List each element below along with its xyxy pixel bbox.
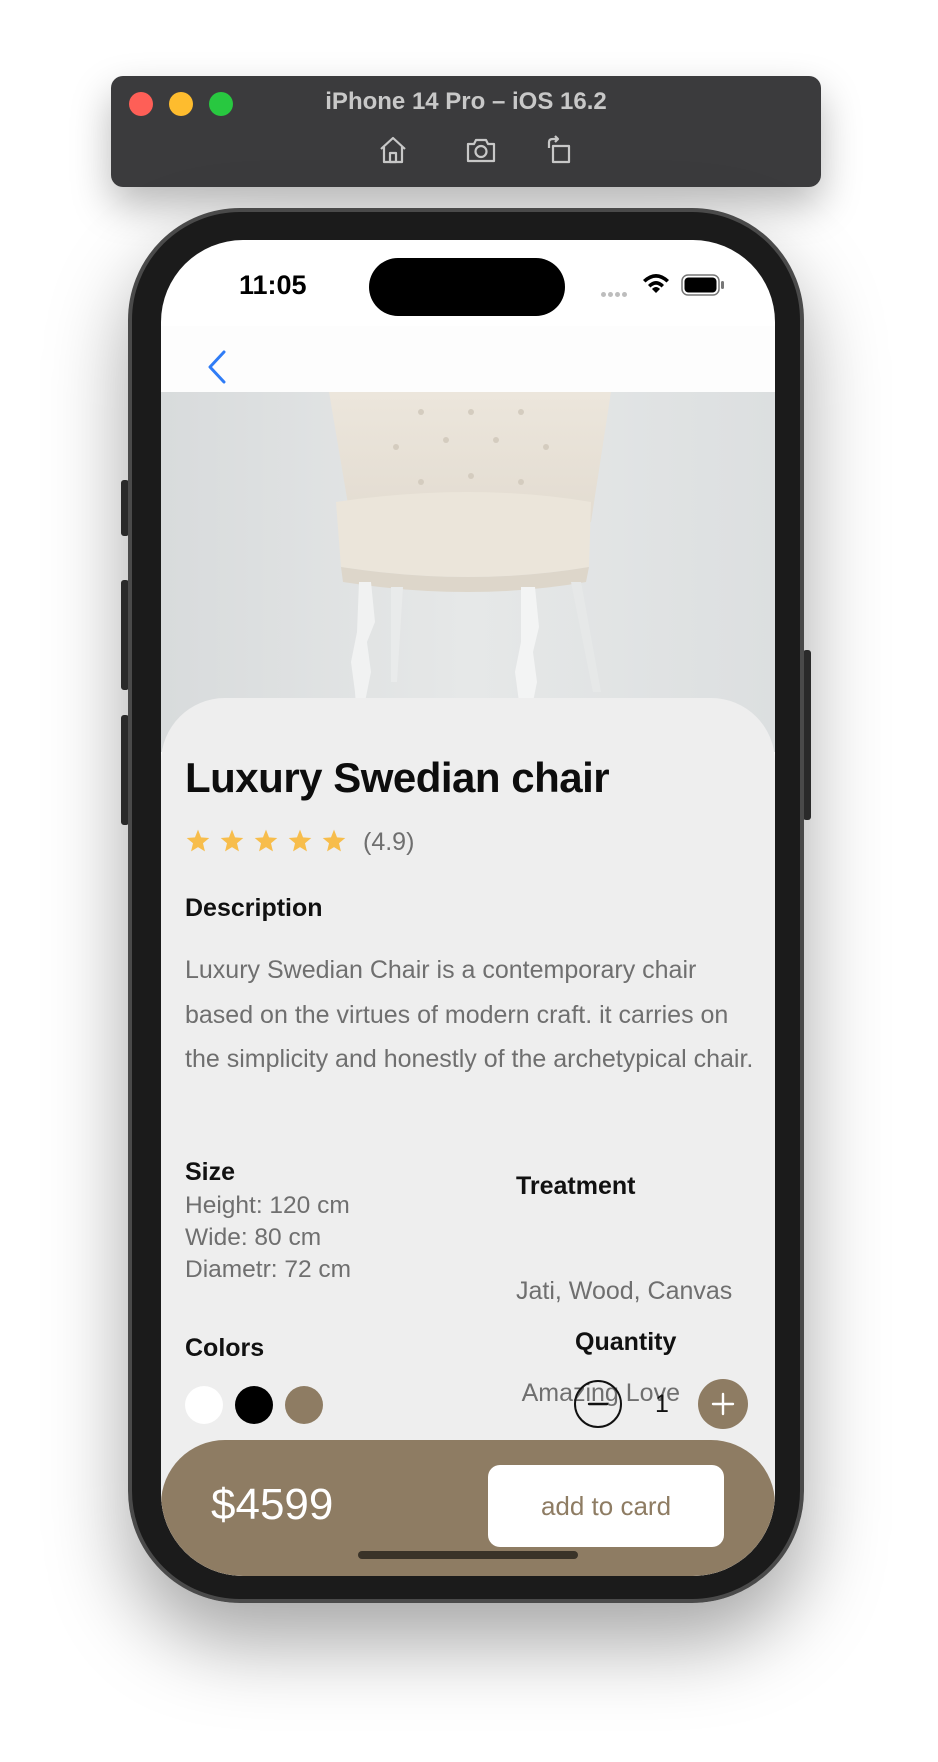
quantity-value: 1 [655,1390,669,1418]
dynamic-island [369,258,565,316]
description-heading: Description [185,894,323,922]
minus-icon [587,1402,609,1406]
simulator-title: iPhone 14 Pro – iOS 16.2 [325,88,607,115]
phone-screen: 11:05 Luxury Swedian chair (4.9) Descrip… [161,240,775,1576]
battery-icon [681,274,724,296]
size-wide: Wide: 80 cm [185,1224,322,1251]
quantity-heading: Quantity [575,1328,677,1356]
size-heading: Size [185,1158,236,1186]
star-icon [186,829,210,852]
price-label: $4599 [211,1480,334,1529]
star-icon [220,829,244,852]
size-details: Height: 120 cm Wide: 80 cm Diametr: 72 c… [185,1190,351,1286]
product-title: Luxury Swedian chair [185,754,610,801]
home-indicator[interactable] [358,1551,578,1559]
navigation-bar [161,326,775,392]
back-button[interactable] [189,340,245,394]
colors-heading: Colors [185,1334,265,1362]
color-swatch-white[interactable] [185,1386,223,1424]
star-icon [254,829,278,852]
color-swatch-brown[interactable] [285,1386,323,1424]
home-icon[interactable] [375,132,411,168]
size-height: Height: 120 cm [185,1192,350,1219]
star-icon [288,829,312,852]
rotate-icon[interactable] [541,132,577,168]
screenshot-icon[interactable] [463,132,499,168]
rating-value: (4.9) [363,828,415,856]
chevron-left-icon [208,350,226,384]
size-diameter: Diametr: 72 cm [185,1256,352,1283]
treatment-heading: Treatment [516,1172,636,1200]
color-swatch-black[interactable] [235,1386,273,1424]
add-to-cart-button[interactable]: add to card [488,1465,724,1547]
star-icon [322,829,346,852]
quantity-decrease-button[interactable] [574,1380,622,1428]
simulator-window: iPhone 14 Pro – iOS 16.2 11:05 Luxury Sw… [0,0,938,1762]
description-text: Luxury Swedian Chair is a contemporary c… [185,956,754,1073]
plus-icon [711,1392,735,1416]
power-button [803,650,811,820]
treatment-line-1: Jati, Wood, Canvas [516,1277,733,1305]
quantity-increase-button[interactable] [698,1379,748,1429]
cellular-signal-icon [601,284,631,297]
rating-stars [185,828,347,854]
wifi-icon [643,274,669,293]
simulator-toolbar: iPhone 14 Pro – iOS 16.2 [111,76,821,187]
status-time: 11:05 [239,270,307,300]
